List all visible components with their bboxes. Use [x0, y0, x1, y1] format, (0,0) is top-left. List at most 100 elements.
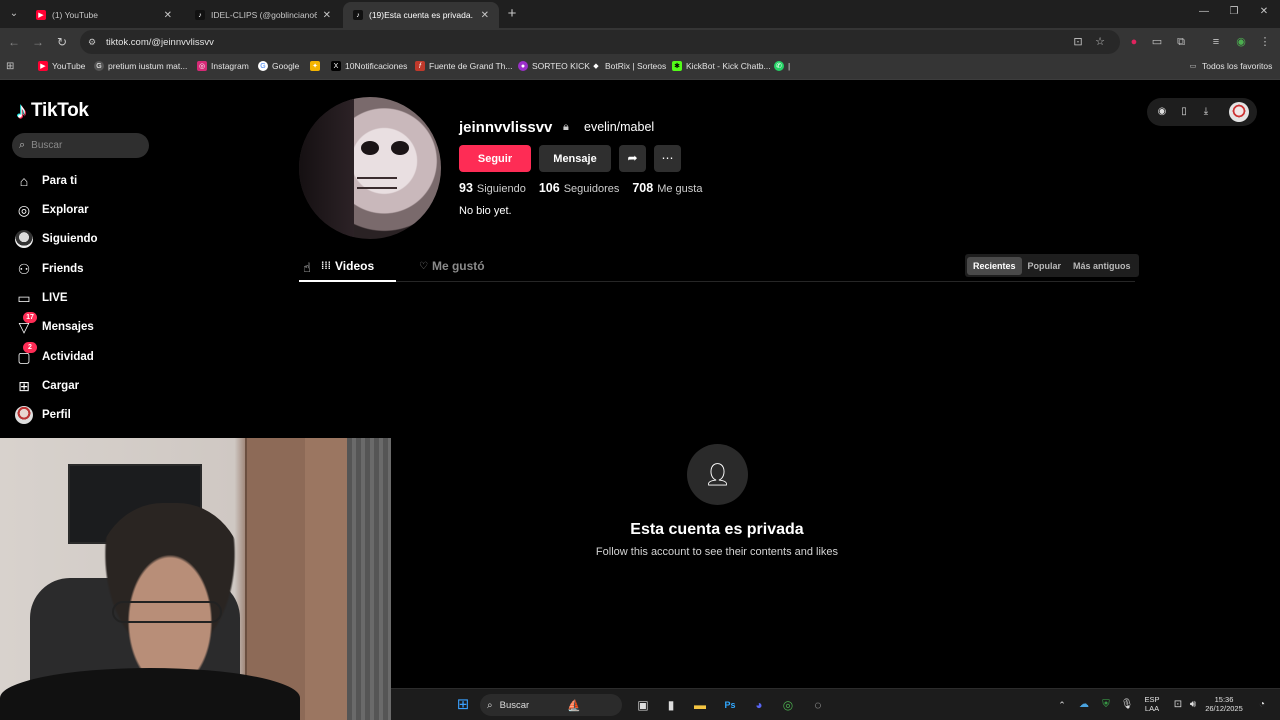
message-button[interactable]: Mensaje	[539, 145, 611, 172]
microphone-icon[interactable]: 🎙︎	[1118, 696, 1136, 714]
tray-overflow-icon[interactable]: ⌃	[1053, 696, 1071, 714]
install-app-icon[interactable]: ⊡	[1070, 34, 1086, 50]
notifications-icon[interactable]: ◔	[1253, 696, 1271, 714]
volume-icon[interactable]: 🔊︎	[1184, 696, 1202, 714]
bookmark-pinwheel[interactable]: ✦	[310, 61, 324, 71]
tab-liked[interactable]: ♡ Me gustó	[419, 259, 485, 273]
browser-tab-idel-clips[interactable]: ♪ IDEL-CLIPS (@goblinciano69.cli ✕	[185, 2, 341, 28]
kickbot-icon: ✱	[672, 61, 682, 71]
nav-friends[interactable]: ⚇ Friends	[15, 258, 84, 280]
bookmark-label: Todos los favoritos	[1202, 61, 1273, 71]
media-control-icon[interactable]: ≡	[1208, 34, 1224, 50]
profile-avatar-icon[interactable]: ◉	[1233, 34, 1249, 50]
file-explorer-icon[interactable]: ▬	[691, 696, 709, 714]
photoshop-icon[interactable]: Ps	[721, 696, 739, 714]
close-tab-icon[interactable]: ✕	[164, 10, 172, 21]
bookmark-pretium[interactable]: Gpretium iustum mat...	[94, 61, 187, 71]
font-icon: f	[415, 61, 425, 71]
site-info-icon[interactable]: ⚙	[88, 37, 102, 48]
sort-recientes[interactable]: Recientes	[967, 256, 1022, 275]
language-indicator[interactable]: ESP LAA	[1142, 695, 1162, 713]
sort-popular[interactable]: Popular	[1022, 257, 1068, 275]
clock-time: 15:36	[1214, 695, 1234, 704]
tiktok-logo[interactable]: ♪ TikTok	[16, 98, 89, 124]
lang-line1: ESP	[1144, 695, 1160, 704]
nav-explorar[interactable]: ◎ Explorar	[15, 199, 89, 221]
nav-cargar[interactable]: ⊞ Cargar	[15, 375, 79, 397]
apps-grid-icon[interactable]: ⊞	[6, 61, 14, 72]
kick-icon: ●	[518, 61, 528, 71]
nav-mensajes[interactable]: ▽ 17 Mensajes	[15, 312, 94, 338]
sort-mas-antiguos[interactable]: Más antiguos	[1067, 257, 1137, 275]
more-options-icon[interactable]: ⋯	[654, 145, 681, 172]
bookmark-instagram[interactable]: ◎ Instagram	[197, 61, 249, 71]
clock[interactable]: 15:36 26/12/2025	[1201, 695, 1247, 713]
nav-live[interactable]: ▭ LIVE	[15, 287, 67, 309]
bookmark-fuente-gta[interactable]: f Fuente de Grand Th...	[415, 61, 512, 71]
browser-tab-private-account[interactable]: ♪ (19)Esta cuenta es privada. Sig ✕	[343, 2, 499, 28]
new-tab-button[interactable]: +	[503, 5, 521, 23]
tab-title: (19)Esta cuenta es privada. Sig	[369, 10, 475, 20]
profile-bio: No bio yet.	[459, 205, 512, 217]
close-tab-icon[interactable]: ✕	[323, 10, 331, 21]
download-icon[interactable]: ⤓	[1198, 104, 1214, 120]
top-tools: ◉ ▯ ⤓	[1147, 98, 1257, 126]
bookmark-label: |	[788, 61, 791, 71]
bookmark-youtube[interactable]: ▶ YouTube	[38, 61, 85, 71]
close-window-icon[interactable]: ✕	[1257, 6, 1271, 17]
address-bar[interactable]: ⚙ tiktok.com/@jeinnvvlissvv	[80, 30, 1120, 54]
following-count: 93	[459, 181, 473, 195]
close-tab-icon[interactable]: ✕	[481, 10, 489, 21]
extension-red-icon[interactable]: ●	[1126, 34, 1142, 50]
bookmark-kickbot[interactable]: ✱ KickBot - Kick Chatb...	[672, 61, 771, 71]
followers-label[interactable]: Seguidores	[564, 183, 620, 195]
taskbar-search[interactable]: ⌕ Buscar ⛵	[480, 694, 622, 716]
windows-start-icon[interactable]: ⊞	[454, 696, 472, 714]
task-view-icon[interactable]: ▣	[634, 696, 652, 714]
bookmark-whatsapp[interactable]: ✆ |	[774, 61, 790, 71]
tab-title: IDEL-CLIPS (@goblinciano69.cli	[211, 10, 317, 20]
taskbar-search-label: Buscar	[499, 699, 530, 711]
minimize-icon[interactable]: —	[1197, 6, 1211, 17]
search-input[interactable]	[31, 140, 132, 151]
nav-siguiendo[interactable]: Siguiendo	[15, 228, 98, 250]
coins-icon[interactable]: ◉	[1154, 104, 1170, 120]
restore-icon[interactable]: ❐	[1227, 6, 1241, 17]
back-icon[interactable]: ←	[6, 34, 22, 50]
tab-search-icon[interactable]: ⌄	[5, 5, 23, 23]
extension-card-icon[interactable]: ▭	[1149, 34, 1165, 50]
bookmark-botrix[interactable]: ◆ BotRix | Sorteos	[591, 61, 666, 71]
app-ring-icon[interactable]: ◌	[809, 696, 827, 714]
forward-icon[interactable]: →	[30, 34, 46, 50]
bookmark-google[interactable]: G Google	[258, 61, 299, 71]
bookmark-notificaciones[interactable]: X 10Notificaciones	[331, 61, 407, 71]
likes-count: 708	[632, 181, 654, 195]
instagram-icon: ◎	[197, 61, 207, 71]
bookmark-sorteo-kick[interactable]: ● SORTEO KICK	[518, 61, 590, 71]
activity-icon: ▢ 2	[15, 342, 37, 366]
browser-menu-icon[interactable]: ⋮	[1257, 34, 1273, 50]
nav-para-ti[interactable]: ⌂ Para ti	[15, 170, 77, 192]
nav-actividad[interactable]: ▢ 2 Actividad	[15, 342, 94, 368]
discord-icon[interactable]: ◕	[750, 696, 768, 714]
device-icon[interactable]: ▯	[1176, 104, 1192, 120]
nav-perfil[interactable]: Perfil	[15, 404, 71, 426]
browser-tab-youtube[interactable]: ▶ (1) YouTube ✕	[26, 2, 182, 28]
app-icon[interactable]: ▮	[662, 696, 680, 714]
extensions-icon[interactable]: ⧉	[1173, 34, 1189, 50]
bookmark-star-icon[interactable]: ☆	[1092, 34, 1108, 50]
user-avatar[interactable]	[1229, 102, 1249, 122]
chrome-icon[interactable]: ◎	[779, 696, 797, 714]
all-bookmarks-folder[interactable]: ▭ Todos los favoritos	[1188, 61, 1273, 71]
reload-icon[interactable]: ↻	[54, 34, 70, 50]
pinwheel-icon: ✦	[310, 61, 320, 71]
follow-button[interactable]: Seguir	[459, 145, 531, 172]
browser-tab-strip: ⌄ ▶ (1) YouTube ✕ ♪ IDEL-CLIPS (@goblinc…	[0, 0, 1280, 28]
search-box[interactable]: ⌕	[12, 133, 149, 158]
share-icon[interactable]: ➦	[619, 145, 646, 172]
nav-label: Actividad	[42, 351, 94, 363]
following-label[interactable]: Siguiendo	[477, 183, 526, 195]
onedrive-icon[interactable]: ☁	[1075, 696, 1093, 714]
security-icon[interactable]: ⛨	[1097, 696, 1115, 714]
tab-videos[interactable]: ⁞⁞⁞ Videos	[321, 259, 374, 273]
